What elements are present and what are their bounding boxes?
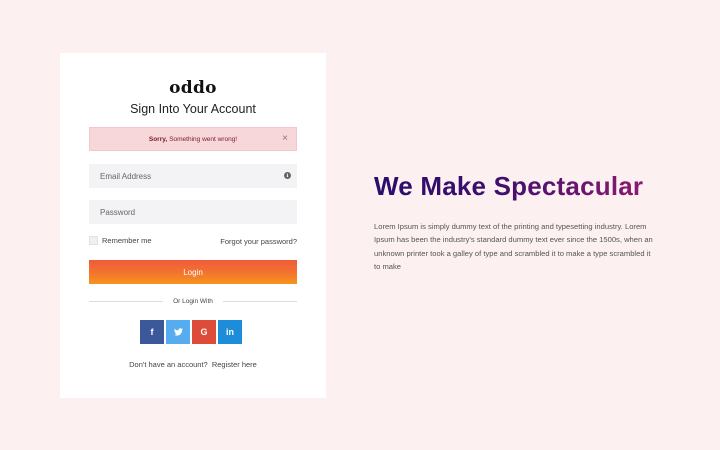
- remember-me[interactable]: Remember me: [89, 236, 152, 245]
- social-divider: Or Login With: [89, 296, 297, 306]
- facebook-icon: f: [150, 327, 154, 337]
- divider-line-right: [222, 300, 297, 302]
- forgot-password-link[interactable]: Forgot your password?: [220, 237, 297, 246]
- twitter-icon: [173, 328, 183, 336]
- remember-checkbox[interactable]: [89, 236, 98, 245]
- register-link[interactable]: Register here: [212, 360, 257, 369]
- social-login-buttons: f G in: [140, 320, 242, 344]
- google-icon: G: [200, 327, 208, 337]
- login-button[interactable]: Login: [89, 260, 297, 284]
- google-login-button[interactable]: G: [192, 320, 216, 344]
- linkedin-icon: in: [226, 327, 234, 337]
- error-alert: Sorry, Something went wrong! ×: [89, 127, 297, 151]
- linkedin-login-button[interactable]: in: [218, 320, 242, 344]
- hero-body-text: Lorem Ipsum is simply dummy text of the …: [374, 222, 653, 272]
- page-title: Sign Into Your Account: [130, 102, 256, 116]
- close-icon[interactable]: ×: [282, 133, 288, 145]
- divider-label: Or Login With: [173, 297, 213, 305]
- info-icon: i: [284, 172, 291, 179]
- email-field[interactable]: [89, 164, 297, 188]
- signup-prompt-text: Don't have an account?: [129, 360, 208, 369]
- divider-line-left: [89, 300, 164, 302]
- brand-logo: oddo: [169, 78, 217, 98]
- hero-headline: We Make Spectacular: [374, 171, 644, 201]
- login-card: oddo Sign Into Your Account Sorry, Somet…: [60, 53, 326, 398]
- password-field[interactable]: [89, 200, 297, 224]
- remember-label: Remember me: [102, 236, 152, 245]
- alert-message: Something went wrong!: [169, 135, 238, 143]
- twitter-login-button[interactable]: [166, 320, 190, 344]
- signup-prompt: Don't have an account? Register here: [60, 360, 326, 369]
- facebook-login-button[interactable]: f: [140, 320, 164, 344]
- alert-strong-text: Sorry,: [148, 135, 168, 143]
